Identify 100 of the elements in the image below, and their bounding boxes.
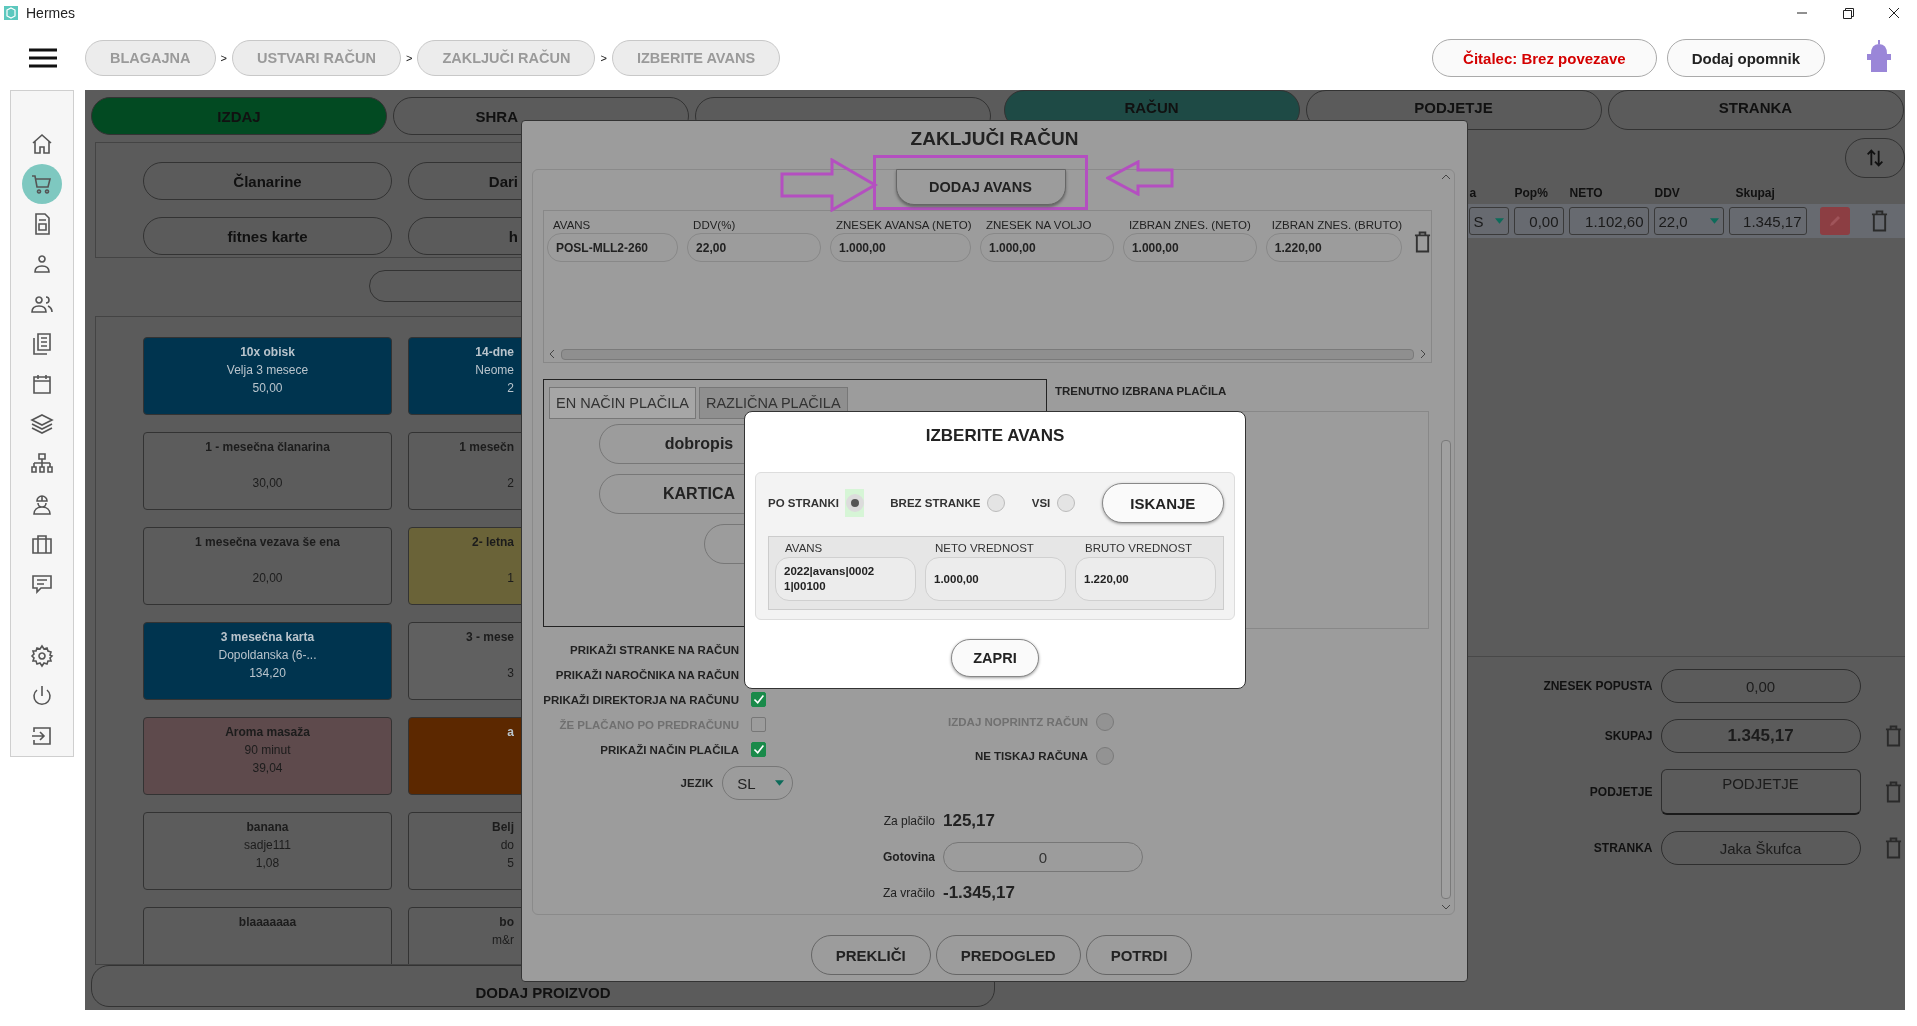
- window-title: Hermes: [26, 5, 75, 21]
- chat-icon: [30, 572, 54, 596]
- filter-label: BREZ STRANKE: [890, 497, 981, 509]
- column-header: DDV(%): [692, 219, 737, 233]
- logout-icon: [30, 724, 54, 748]
- dialog-title: ZAKLJUČI RAČUN: [909, 127, 1080, 151]
- layers-icon: [30, 412, 54, 436]
- dialog-title: IZBERITE AVANS: [924, 425, 1066, 447]
- close-button[interactable]: ZAPRI: [951, 639, 1039, 677]
- product-tile[interactable]: 1 - mesečna članarina 30,00: [143, 432, 392, 510]
- dialog-button[interactable]: POTRDI: [1085, 935, 1193, 975]
- summary-label: PODJETJE: [1588, 785, 1653, 799]
- table-cell: POSL-MLL2-260: [547, 233, 679, 262]
- breadcrumb-separator: >: [600, 52, 607, 64]
- breadcrumb[interactable]: IZBERITE AVANS: [611, 40, 781, 76]
- filter-label: VSI: [1031, 497, 1051, 509]
- option-label: NE TISKAJ RAČUNA: [973, 750, 1088, 762]
- total-field[interactable]: 1.345,17: [1728, 207, 1807, 235]
- cart-icon: [30, 172, 54, 196]
- table-cell[interactable]: 1.220,00: [1075, 557, 1216, 601]
- radio-button[interactable]: [987, 494, 1006, 512]
- table-cell[interactable]: 2022|avans|00021|00100: [775, 557, 916, 601]
- column-header: NETO: [1569, 186, 1604, 202]
- reader-status-button[interactable]: Čitalec: Brez povezave: [1432, 39, 1657, 77]
- discount-field[interactable]: 0,00: [1513, 207, 1564, 235]
- sidebar-item[interactable]: [22, 164, 62, 204]
- table-cell: 1.000,00: [1122, 233, 1257, 262]
- worker-icon: [30, 492, 54, 516]
- dialog-button[interactable]: PREKLIČI: [810, 935, 931, 975]
- app-icon: [3, 5, 19, 21]
- net-field[interactable]: 1.102,60: [1568, 207, 1649, 235]
- scroll-up-icon[interactable]: [1441, 172, 1451, 182]
- trash-icon[interactable]: [1884, 725, 1902, 747]
- trash-icon[interactable]: [1884, 837, 1902, 859]
- change-amount: -1.345,17: [943, 883, 1015, 903]
- dialog-button[interactable]: PREDOGLED: [935, 935, 1081, 975]
- briefcase-icon: [30, 532, 54, 556]
- column-header: Pop%: [1514, 186, 1549, 202]
- language-label: JEZIK: [679, 777, 714, 789]
- column-header: a: [1469, 186, 1478, 202]
- product-tile[interactable]: Aroma masaža 90 minut 39,04: [143, 717, 392, 795]
- column-header: ZNESEK AVANSA (NETO): [835, 219, 971, 233]
- summary-label: SKUPAJ: [1603, 729, 1653, 743]
- annotation-arrow: [1106, 160, 1174, 196]
- product-tile[interactable]: blaaaaaaa: [143, 907, 392, 964]
- dropdown-arrow-icon: [1494, 218, 1504, 224]
- scroll-right-icon[interactable]: [1418, 349, 1428, 359]
- sort-icon: [1864, 147, 1886, 169]
- product-tile[interactable]: 3 mesečna karta Dopoldanska (6-... 134,20: [143, 622, 392, 700]
- trash-icon[interactable]: [1884, 781, 1902, 803]
- column-header: Skupaj: [1735, 186, 1776, 202]
- power-icon: [30, 684, 54, 708]
- cash-label: Gotovina: [882, 850, 935, 864]
- amount-due: 125,17: [943, 811, 995, 831]
- checkbox[interactable]: [751, 692, 766, 707]
- section-label: TRENUTNO IZBRANA PLAČILA: [1054, 384, 1228, 399]
- add-advance-button[interactable]: DODAJ AVANS: [895, 169, 1066, 205]
- table-cell: 1.000,00: [980, 233, 1114, 262]
- summary-label: STRANKA: [1592, 841, 1653, 855]
- column-header: NETO VREDNOST: [934, 542, 1035, 556]
- menu-icon[interactable]: [27, 48, 58, 68]
- dropdown-arrow-icon: [775, 780, 784, 786]
- tab[interactable]: EN NAČIN PLAČILA: [549, 387, 696, 419]
- breadcrumb-separator: >: [220, 52, 227, 64]
- breadcrumb[interactable]: ZAKLJUČI RAČUN: [417, 40, 596, 76]
- scroll-down-icon[interactable]: [1441, 902, 1451, 912]
- total-label: Za plačilo: [882, 814, 935, 828]
- trash-icon[interactable]: [1870, 210, 1888, 232]
- breadcrumb[interactable]: USTVARI RAČUN: [232, 40, 401, 76]
- column-header: IZBRAN ZNES. (BRUTO): [1270, 219, 1402, 233]
- network-icon: [30, 452, 54, 476]
- language-dropdown[interactable]: SL: [722, 766, 793, 800]
- column-header: DDV: [1654, 186, 1681, 202]
- product-tile[interactable]: banana sadje111 1,08: [143, 812, 392, 890]
- table-cell: 1.000,00: [830, 233, 971, 262]
- dropdown-arrow-icon: [1709, 218, 1719, 224]
- search-button[interactable]: ISKANJE: [1101, 483, 1224, 523]
- breadcrumb-separator: >: [405, 52, 413, 64]
- trash-icon[interactable]: [1414, 231, 1431, 253]
- change-label: Za vračilo: [882, 886, 935, 900]
- product-tile[interactable]: 1 mesečna vezava še ena 20,00: [143, 527, 392, 605]
- add-reminder-button[interactable]: Dodaj opomnik: [1666, 39, 1825, 77]
- radio-button[interactable]: [1056, 494, 1075, 512]
- column-header: BRUTO VREDNOST: [1084, 542, 1194, 556]
- table-cell[interactable]: 1.000,00: [925, 557, 1066, 601]
- documents-icon: [30, 332, 54, 356]
- checkbox[interactable]: [751, 742, 766, 757]
- column-header: AVANS: [784, 542, 824, 556]
- home-icon: [30, 132, 54, 156]
- vat-dropdown[interactable]: 22,0: [1653, 207, 1724, 235]
- product-tile[interactable]: 10x obisk Velja 3 mesece 50,00: [143, 337, 392, 415]
- calendar-icon: [30, 372, 54, 396]
- column-header: IZBRAN ZNES. (NETO): [1127, 219, 1252, 233]
- table-cell: 22,00: [687, 233, 821, 262]
- tab[interactable]: IZDAJ: [91, 97, 387, 135]
- summary-field[interactable]: PODJETJE: [1660, 769, 1861, 815]
- radio-button[interactable]: [1096, 747, 1114, 765]
- settings-icon: [30, 644, 54, 668]
- scroll-left-icon[interactable]: [547, 349, 557, 359]
- breadcrumb[interactable]: BLAGAJNA: [85, 40, 216, 76]
